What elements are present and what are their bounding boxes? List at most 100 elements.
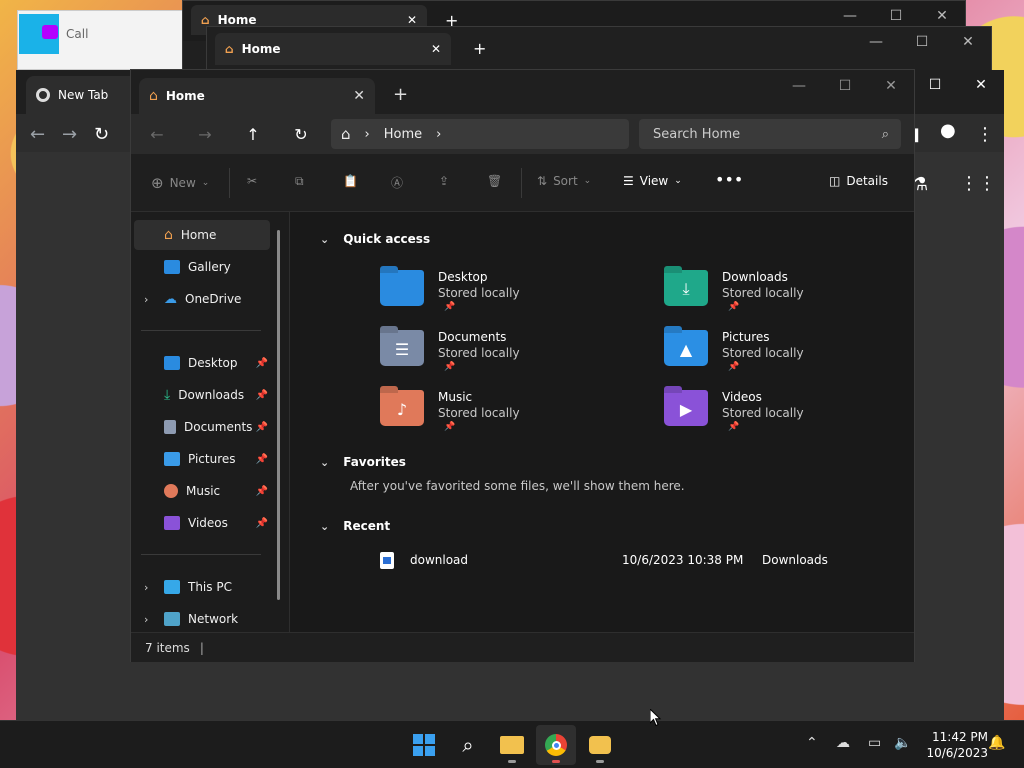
tab-title: Home bbox=[241, 42, 281, 56]
quick-access-videos[interactable]: ▶ Videos Stored locally 📌 bbox=[664, 390, 914, 446]
view-button[interactable]: ☰ View ⌄ bbox=[623, 174, 682, 188]
close-tab-icon[interactable]: ✕ bbox=[353, 88, 365, 104]
pin-icon[interactable]: 📌 bbox=[256, 358, 268, 369]
pin-icon[interactable]: 📌 bbox=[256, 486, 268, 497]
taskbar: ⌕ ⌃ ☁ ▭ 🔈 11:42 PM 10/6/2023 🔔 bbox=[0, 720, 1024, 768]
start-button[interactable] bbox=[404, 725, 444, 765]
up-icon[interactable]: ↑ bbox=[239, 122, 267, 146]
clock[interactable]: 11:42 PM 10/6/2023 bbox=[918, 729, 988, 761]
close-button[interactable]: ✕ bbox=[958, 70, 1004, 100]
sidebar-item-music[interactable]: Music 📌 bbox=[134, 476, 270, 506]
quick-access-documents[interactable]: ☰ Documents Stored locally 📌 bbox=[380, 330, 630, 386]
delete-icon[interactable]: 🗑 bbox=[487, 174, 502, 188]
recent-file-row[interactable]: download 10/6/2023 10:38 PM Downloads bbox=[380, 550, 840, 570]
chevron-right-icon[interactable]: › bbox=[144, 293, 148, 306]
status-bar: 7 items | bbox=[131, 632, 914, 662]
home-icon[interactable]: ⌂ bbox=[341, 125, 351, 143]
pin-icon[interactable]: 📌 bbox=[256, 454, 268, 465]
document-icon bbox=[164, 420, 176, 434]
tab-home[interactable]: ⌂ Home ✕ bbox=[139, 78, 375, 114]
sidebar-item-documents[interactable]: Documents 📌 bbox=[134, 412, 270, 442]
apps-grid-icon[interactable]: ⋮⋮ bbox=[960, 173, 996, 194]
new-tab-button[interactable]: + bbox=[473, 39, 486, 58]
sidebar-item-gallery[interactable]: Gallery bbox=[134, 252, 270, 282]
close-icon[interactable]: ✕ bbox=[407, 13, 417, 27]
close-icon[interactable]: ✕ bbox=[431, 42, 441, 56]
chevron-right-icon[interactable]: › bbox=[144, 613, 148, 626]
forward-icon[interactable]: → bbox=[62, 124, 77, 145]
profile-icon[interactable]: ● bbox=[940, 120, 956, 141]
forward-icon[interactable]: → bbox=[191, 122, 219, 146]
feedback-taskbar-button[interactable] bbox=[580, 725, 620, 765]
tile-subtitle: Stored locally bbox=[722, 346, 804, 360]
chevron-down-icon: ⌄ bbox=[320, 232, 330, 246]
section-favorites[interactable]: ⌄ Favorites bbox=[320, 455, 406, 469]
section-quick-access[interactable]: ⌄ Quick access bbox=[320, 232, 430, 246]
new-tab-button[interactable]: + bbox=[393, 84, 408, 105]
search-button[interactable]: ⌕ bbox=[448, 725, 488, 765]
search-box[interactable]: Search Home ⌕ bbox=[639, 119, 901, 149]
sidebar-item-label: Pictures bbox=[188, 452, 236, 466]
document-lines-icon: ☰ bbox=[394, 339, 410, 359]
network-icon[interactable]: ▭ bbox=[868, 735, 881, 751]
volume-muted-icon[interactable]: 🔈 bbox=[894, 735, 911, 751]
minimize-button[interactable]: — bbox=[776, 70, 822, 102]
more-options-icon[interactable]: ••• bbox=[715, 170, 743, 189]
chevron-right-icon[interactable]: › bbox=[144, 581, 148, 594]
onedrive-sync-icon[interactable]: ☁ bbox=[836, 735, 850, 751]
quick-access-pictures[interactable]: ▲ Pictures Stored locally 📌 bbox=[664, 330, 914, 386]
chevron-right-icon[interactable]: › bbox=[436, 127, 441, 142]
sidebar-item-videos[interactable]: Videos 📌 bbox=[134, 508, 270, 538]
back-icon[interactable]: ← bbox=[30, 124, 45, 145]
paste-icon[interactable]: 📋 bbox=[343, 174, 358, 188]
pin-icon[interactable]: 📌 bbox=[256, 390, 268, 401]
tab-home[interactable]: ⌂ Home ✕ bbox=[215, 33, 451, 65]
reload-icon[interactable]: ↻ bbox=[94, 124, 109, 145]
quick-access-desktop[interactable]: Desktop Stored locally 📌 bbox=[380, 270, 630, 326]
maximize-button[interactable]: ☐ bbox=[899, 27, 945, 57]
chevron-up-icon[interactable]: ⌃ bbox=[806, 735, 818, 751]
breadcrumb-home[interactable]: Home bbox=[384, 127, 422, 142]
quick-access-music[interactable]: ♪ Music Stored locally 📌 bbox=[380, 390, 630, 446]
sidebar-item-network[interactable]: › Network bbox=[134, 604, 270, 634]
close-button[interactable]: ✕ bbox=[868, 70, 914, 102]
new-button[interactable]: ⊕ New ⌄ bbox=[151, 174, 209, 192]
videos-icon bbox=[164, 516, 180, 530]
refresh-icon[interactable]: ↻ bbox=[287, 122, 315, 146]
file-explorer-window[interactable]: ⌂ Home ✕ + — ☐ ✕ ← → ↑ ↻ ⌂ › Home › Sear… bbox=[130, 69, 915, 662]
minimize-button[interactable]: — bbox=[853, 27, 899, 57]
file-explorer-taskbar-button[interactable] bbox=[492, 725, 532, 765]
back-icon[interactable]: ← bbox=[143, 122, 171, 146]
notification-bell-icon[interactable]: 🔔 bbox=[988, 735, 1005, 751]
gallery-icon bbox=[164, 260, 180, 274]
scrollbar[interactable] bbox=[277, 230, 280, 600]
address-bar[interactable]: ⌂ › Home › bbox=[331, 119, 629, 149]
pin-icon[interactable]: 📌 bbox=[256, 518, 268, 529]
sidebar-item-this-pc[interactable]: › This PC bbox=[134, 572, 270, 602]
chevron-down-icon: ⌄ bbox=[201, 178, 210, 188]
cut-icon[interactable]: ✂ bbox=[247, 174, 257, 188]
sidebar-item-pictures[interactable]: Pictures 📌 bbox=[134, 444, 270, 474]
copy-icon[interactable]: ⧉ bbox=[295, 174, 304, 189]
search-input[interactable]: Search Home bbox=[653, 127, 882, 142]
clock-time: 11:42 PM bbox=[932, 730, 988, 744]
call-window[interactable]: Call bbox=[17, 10, 187, 70]
sidebar-item-desktop[interactable]: Desktop 📌 bbox=[134, 348, 270, 378]
sort-button[interactable]: ⇅ Sort ⌄ bbox=[537, 174, 591, 188]
pin-icon[interactable]: 📌 bbox=[256, 422, 268, 433]
share-icon[interactable]: ⇪ bbox=[439, 174, 449, 188]
maximize-button[interactable]: ☐ bbox=[822, 70, 868, 102]
details-button[interactable]: ◫ Details bbox=[829, 174, 888, 188]
close-button[interactable]: ✕ bbox=[945, 27, 991, 57]
sidebar-item-home[interactable]: ⌂ Home bbox=[134, 220, 270, 250]
menu-icon[interactable]: ⋮ bbox=[976, 124, 994, 145]
section-recent[interactable]: ⌄ Recent bbox=[320, 519, 390, 533]
chrome-taskbar-button[interactable] bbox=[536, 725, 576, 765]
maximize-button[interactable]: ☐ bbox=[912, 70, 958, 100]
sidebar-item-onedrive[interactable]: › ☁ OneDrive bbox=[134, 284, 270, 314]
sidebar-item-downloads[interactable]: ⤓ Downloads 📌 bbox=[134, 380, 270, 410]
rename-icon[interactable]: Ⓐ bbox=[391, 174, 403, 191]
chrome-icon bbox=[545, 734, 567, 756]
quick-access-downloads[interactable]: ⤓ Downloads Stored locally 📌 bbox=[664, 270, 914, 326]
chrome-tab-new-tab[interactable]: New Tab bbox=[26, 76, 146, 114]
